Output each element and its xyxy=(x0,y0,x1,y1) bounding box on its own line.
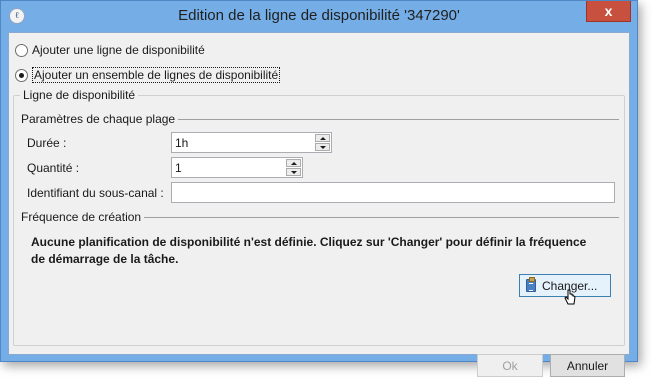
frequency-message: Aucune planification de disponibilité n'… xyxy=(31,235,587,266)
spin-down-icon xyxy=(319,145,326,149)
radio-add-single-label: Ajouter une ligne de disponibilité xyxy=(32,43,205,57)
duration-value[interactable]: 1h xyxy=(175,136,188,150)
radio-add-single-line[interactable]: Ajouter une ligne de disponibilité xyxy=(15,43,205,57)
cancel-button-label: Annuler xyxy=(566,358,609,373)
section-divider xyxy=(144,216,619,218)
close-button[interactable]: x xyxy=(586,1,631,22)
subchannel-label: Identifiant du sous-canal : xyxy=(27,186,164,200)
window-title: Edition de la ligne de disponibilité '34… xyxy=(178,7,460,24)
radio-add-line-set[interactable]: Ajouter un ensemble de lignes de disponi… xyxy=(15,67,281,83)
radio-add-set-label: Ajouter un ensemble de lignes de disponi… xyxy=(32,67,281,83)
quantity-spinbox[interactable]: 1 xyxy=(171,157,303,178)
duration-spinbox[interactable]: 1h xyxy=(171,132,332,153)
duration-increment-button[interactable] xyxy=(315,134,330,142)
change-button-label: Changer... xyxy=(542,278,598,293)
spin-down-icon xyxy=(290,170,297,174)
duration-label: Durée : xyxy=(27,136,67,150)
frequency-section-title: Fréquence de création xyxy=(21,210,142,224)
duration-decrement-button[interactable] xyxy=(315,143,330,151)
radio-button-selected-icon[interactable] xyxy=(15,68,28,82)
quantity-decrement-button[interactable] xyxy=(286,168,301,176)
dialog-window: ℓ Edition de la ligne de disponibilité '… xyxy=(0,0,638,377)
range-parameters-section: Paramètres de chaque plage xyxy=(21,112,619,126)
close-icon: x xyxy=(604,3,613,19)
cancel-button[interactable]: Annuler xyxy=(550,354,625,377)
spin-up-icon xyxy=(290,161,297,165)
app-icon: ℓ xyxy=(9,8,25,24)
range-section-title: Paramètres de chaque plage xyxy=(21,112,176,126)
quantity-label: Quantité : xyxy=(27,161,80,175)
ok-button[interactable]: Ok xyxy=(477,354,543,377)
ok-button-label: Ok xyxy=(502,358,518,373)
change-frequency-button[interactable]: Changer... xyxy=(519,274,611,297)
subchannel-input[interactable] xyxy=(171,182,615,203)
radio-button-icon[interactable] xyxy=(15,43,28,57)
dialog-body: Ajouter une ligne de disponibilité Ajout… xyxy=(8,32,630,377)
quantity-value[interactable]: 1 xyxy=(175,161,182,175)
section-divider xyxy=(178,118,619,120)
creation-frequency-section: Fréquence de création xyxy=(21,210,619,224)
group-title: Ligne de disponibilité xyxy=(20,88,139,102)
quantity-increment-button[interactable] xyxy=(286,159,301,167)
title-bar[interactable]: ℓ Edition de la ligne de disponibilité '… xyxy=(1,1,637,32)
spin-up-icon xyxy=(319,136,326,140)
clipboard-icon xyxy=(526,277,536,292)
